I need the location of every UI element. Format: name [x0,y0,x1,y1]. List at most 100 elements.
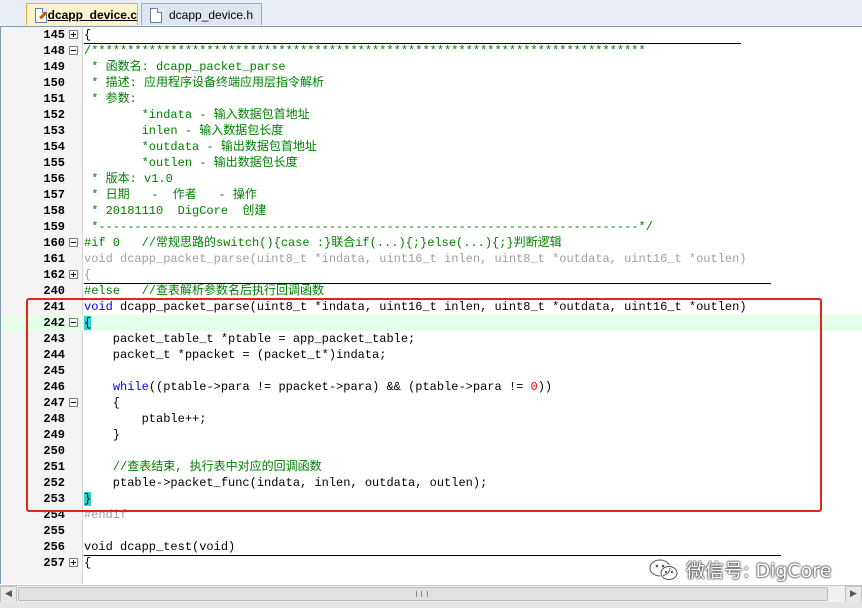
line-number: 240 [43,284,65,298]
code-line[interactable]: 250 [1,443,862,459]
code-text: { [84,315,92,331]
code-line[interactable]: 158 * 20181110 DigCore 创建 [1,203,862,219]
code-line[interactable]: 253} [1,491,862,507]
code-token: ptable->packet_func(indata, inlen, outda… [84,476,488,490]
line-number: 255 [43,524,65,538]
code-line[interactable]: 156 * 版本: v1.0 [1,171,862,187]
horizontal-scrollbar[interactable]: ◀ ▶ [0,585,862,603]
code-line[interactable]: 157 * 日期 - 作者 - 操作 [1,187,862,203]
comment-token: * 20181110 DigCore 创建 [84,204,267,218]
scroll-left-icon[interactable]: ◀ [0,586,17,603]
fold-collapse-icon[interactable] [69,398,78,407]
code-token: packet_t *ppacket = (packet_t*)indata; [84,348,387,362]
line-number: 256 [43,540,65,554]
fold-collapse-icon[interactable] [69,238,78,247]
code-line[interactable]: 154 *outdata - 输出数据包首地址 [1,139,862,155]
line-number: 243 [43,332,65,346]
code-line[interactable]: 151 * 参数: [1,91,862,107]
c-file-icon [32,7,47,23]
code-text: { [84,27,91,43]
code-line[interactable]: 159 *-----------------------------------… [1,219,862,235]
code-token: } [84,428,121,442]
code-text: packet_t *ppacket = (packet_t*)indata; [84,347,387,363]
tab-dcapp-device-c[interactable]: dcapp_device.c [26,3,138,25]
code-line[interactable]: 246 while((ptable->para != ppacket->para… [1,379,862,395]
fold-expand-icon[interactable] [69,270,78,279]
code-line[interactable]: 162 { [1,267,862,283]
comment-token: *---------------------------------------… [84,220,653,234]
code-text: * 函数名: dcapp_packet_parse [84,59,285,75]
code-token: { [84,556,92,570]
code-line[interactable]: 256 void dcapp_test(void) [1,539,862,555]
code-text: /***************************************… [84,43,646,59]
code-line[interactable]: 153 inlen - 输入数据包长度 [1,123,862,139]
comment-token: * 日期 - 作者 - 操作 [84,188,257,202]
code-text: } [84,491,92,507]
line-number: 241 [43,300,65,314]
scroll-right-icon[interactable]: ▶ [845,586,862,603]
line-number: 248 [43,412,65,426]
code-line[interactable]: 160 #if 0 //常规思路的switch(){case :}联合if(...… [1,235,862,251]
code-line[interactable]: 150 * 描述: 应用程序设备终端应用层指令解析 [1,75,862,91]
code-line[interactable]: 249 } [1,427,862,443]
code-line[interactable]: 242 { [1,315,862,331]
code-line[interactable]: 241 void dcapp_packet_parse(uint8_t *inda… [1,299,862,315]
comment-token: * 版本: v1.0 [84,172,173,186]
code-text: packet_table_t *ptable = app_packet_tabl… [84,331,415,347]
code-line[interactable]: 149 * 函数名: dcapp_packet_parse [1,59,862,75]
code-text: *---------------------------------------… [84,219,653,235]
code-line[interactable]: 255 [1,523,862,539]
fold-expand-icon[interactable] [69,558,78,567]
code-text: *outdata - 输出数据包首地址 [84,139,317,155]
code-text: * 20181110 DigCore 创建 [84,203,266,219]
line-number: 149 [43,60,65,74]
code-line[interactable]: 240 #else //查表解析参数名后执行回调函数 [1,283,862,299]
code-text: ptable++; [84,411,207,427]
code-line[interactable]: 247 { [1,395,862,411]
code-text: *indata - 输入数据包首地址 [84,107,310,123]
code-line[interactable]: 244 packet_t *ppacket = (packet_t*)indat… [1,347,862,363]
code-line[interactable]: 252 ptable->packet_func(indata, inlen, o… [1,475,862,491]
code-line[interactable]: 254 #endif [1,507,862,523]
line-number: 250 [43,444,65,458]
tab-label: dcapp_device.c [47,7,137,22]
code-line[interactable]: 248 ptable++; [1,411,862,427]
code-token: { [84,316,92,330]
line-number: 152 [43,108,65,122]
code-line[interactable]: 155 *outlen - 输出数据包长度 [1,155,862,171]
scrollbar-thumb[interactable] [18,587,828,601]
code-line[interactable]: 152 *indata - 输入数据包首地址 [1,107,862,123]
code-line[interactable]: 148 /************************************… [1,43,862,59]
code-token: packet_table_t *ptable = app_packet_tabl… [84,332,416,346]
code-line[interactable]: 145 { [1,27,862,43]
fold-collapse-icon[interactable] [69,318,78,327]
code-line[interactable]: 243 packet_table_t *ptable = app_packet_… [1,331,862,347]
code-line[interactable]: 245 [1,363,862,379]
tab-dcapp-device-h[interactable]: dcapp_device.h [141,3,262,25]
code-line[interactable]: 161 void dcapp_packet_parse(uint8_t *inda… [1,251,862,267]
fold-expand-icon[interactable] [69,30,78,39]
line-number: 158 [43,204,65,218]
h-file-icon [147,7,163,23]
comment-token: //查表结束, 执行表中对应的回调函数 [84,460,322,474]
line-number: 254 [43,508,65,522]
code-text: //查表结束, 执行表中对应的回调函数 [84,459,322,475]
code-text: } [84,427,120,443]
line-number: 245 [43,364,65,378]
comment-token: #else //查表解析参数名后执行回调函数 [84,284,325,298]
code-token: { [84,268,92,282]
line-number: 249 [43,428,65,442]
code-text: #else //查表解析参数名后执行回调函数 [84,283,324,299]
code-text: * 参数: [84,91,137,107]
code-text: void dcapp_test(void) [84,539,235,555]
comment-token: *indata - 输入数据包首地址 [84,108,310,122]
fold-collapse-icon[interactable] [69,46,78,55]
code-token: } [84,492,92,506]
code-line[interactable]: 251 //查表结束, 执行表中对应的回调函数 [1,459,862,475]
line-number: 257 [43,556,65,570]
line-number: 253 [43,492,65,506]
status-strip [0,602,862,608]
code-editor[interactable]: 145 {148 /********************************… [0,27,862,584]
code-text: { [84,555,91,571]
